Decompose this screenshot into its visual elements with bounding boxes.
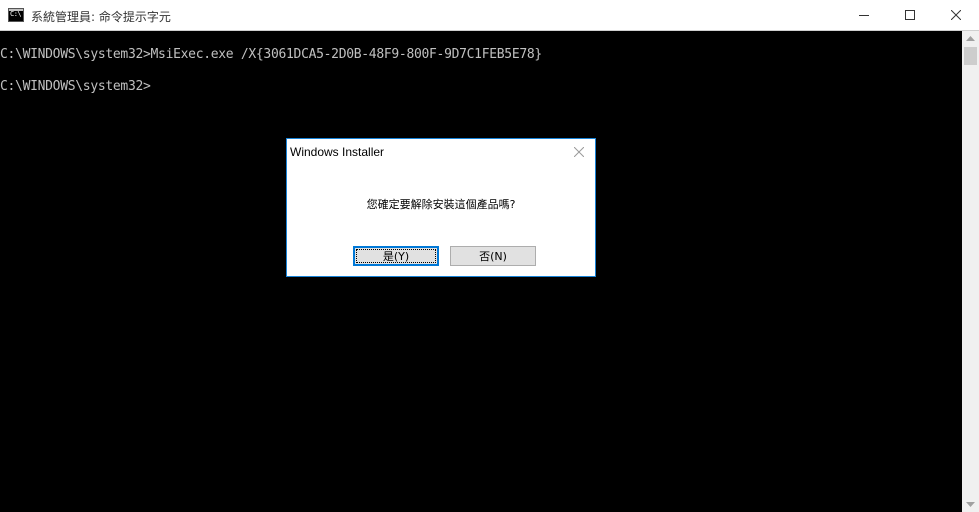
dialog-title-bar[interactable]: Windows Installer — [287, 139, 595, 165]
dialog-close-button[interactable] — [570, 143, 588, 161]
dialog-title: Windows Installer — [290, 145, 385, 159]
window-title: 系統管理員: 命令提示字元 — [31, 10, 171, 24]
maximize-button[interactable] — [887, 0, 933, 30]
console-line-command: C:\WINDOWS\system32>MsiExec.exe /X{3061D… — [0, 47, 542, 62]
scroll-down-button[interactable] — [962, 497, 979, 512]
dialog-message: 您確定要解除安裝這個產品嗎? — [366, 198, 516, 211]
close-button[interactable] — [933, 0, 979, 30]
console-line-prompt: C:\WINDOWS\system32> — [0, 79, 151, 94]
maximize-icon — [905, 10, 915, 20]
chevron-up-icon — [966, 36, 975, 41]
minimize-icon — [859, 15, 869, 16]
dialog-button-row: 是(Y) 否(N) — [287, 238, 595, 276]
windows-installer-dialog: Windows Installer 您確定要解除安裝這個產品嗎? 是(Y) 否(… — [286, 138, 596, 277]
title-bar[interactable]: C:\ 系統管理員: 命令提示字元 — [0, 0, 979, 31]
chevron-down-icon — [966, 502, 975, 507]
yes-button[interactable]: 是(Y) — [353, 246, 439, 266]
minimize-button[interactable] — [841, 0, 887, 30]
no-button[interactable]: 否(N) — [450, 246, 536, 266]
scroll-thumb[interactable] — [964, 47, 977, 65]
close-icon — [574, 147, 584, 157]
cmd-icon[interactable]: C:\ — [8, 8, 24, 22]
close-icon — [951, 10, 961, 20]
scroll-up-button[interactable] — [962, 31, 979, 46]
vertical-scrollbar[interactable] — [962, 31, 979, 512]
focus-rectangle — [356, 249, 436, 263]
cmd-icon-glyph: C:\ — [10, 10, 22, 18]
dialog-body: 您確定要解除安裝這個產品嗎? — [287, 165, 595, 238]
no-button-label: 否(N) — [479, 250, 507, 263]
